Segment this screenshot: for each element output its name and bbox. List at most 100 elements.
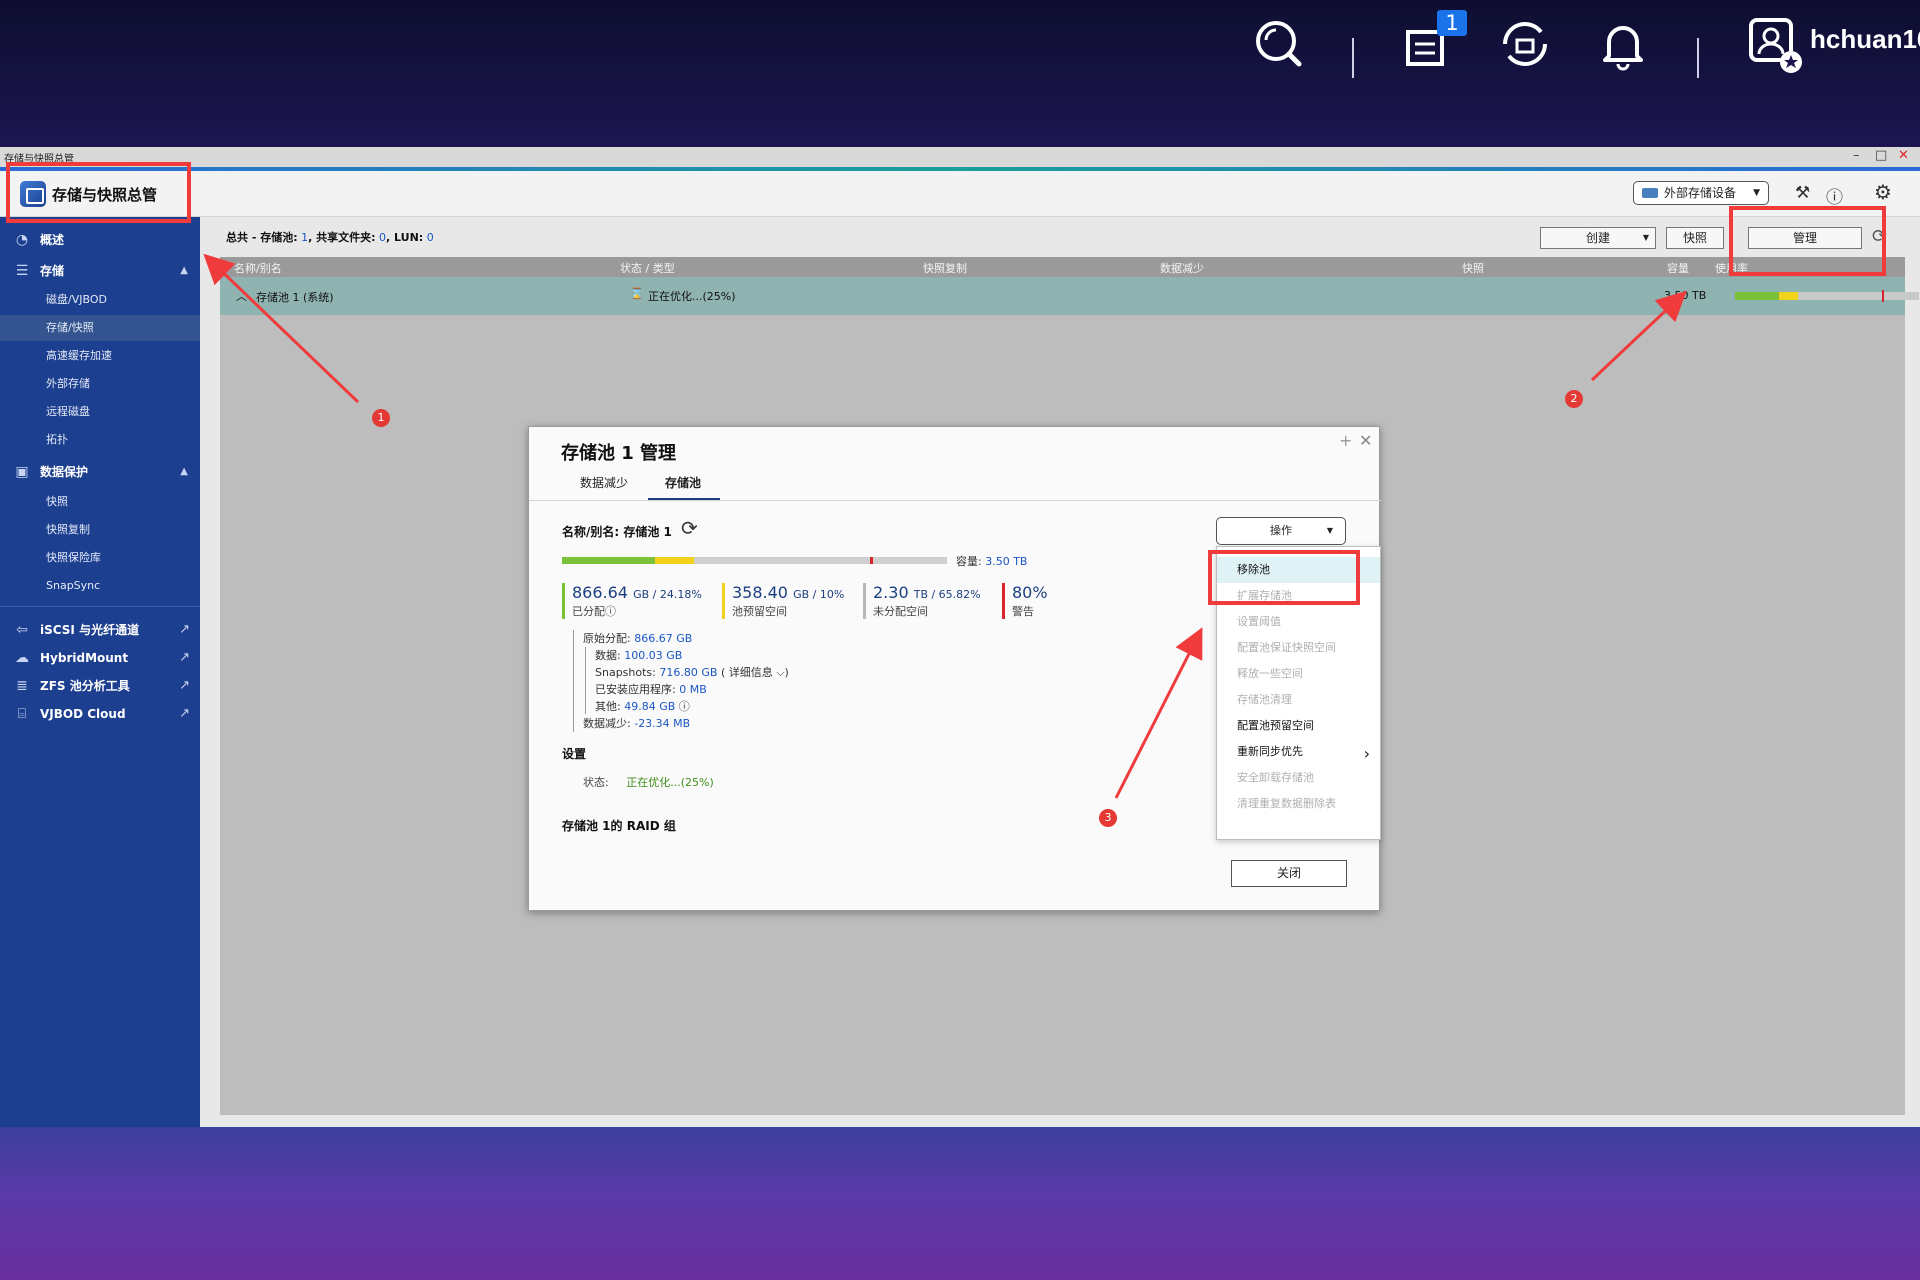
sidebar-subitem-topology[interactable]: 拓扑 (0, 427, 200, 453)
optimizing-icon: ⌛ (630, 287, 644, 300)
create-button[interactable]: 创建 ▼ (1540, 227, 1656, 249)
sidebar-item-storage[interactable]: ☰ 存储 ▲ (0, 258, 200, 284)
sidebar-subitem-disks[interactable]: 磁盘/VJBOD (0, 287, 200, 313)
search-icon[interactable] (1250, 14, 1310, 74)
summary-luns: 0 (426, 231, 434, 244)
detail-value: 100.03 GB (624, 649, 683, 662)
sidebar-item-hybridmount[interactable]: ☁ HybridMount ↗ (0, 645, 200, 671)
help-icon[interactable]: ⓘ (1826, 183, 1843, 208)
database-icon: ☰ (15, 263, 29, 279)
menu-item[interactable]: 清理重复数据删除表 (1217, 791, 1380, 817)
expand-icon[interactable]: + (1339, 431, 1352, 450)
info-icon[interactable]: ⓘ (679, 700, 690, 713)
menu-item[interactable]: 重新同步优先 (1217, 739, 1380, 765)
col-snapshot-replica[interactable]: 快照复制 (923, 260, 967, 276)
maximize-icon[interactable]: □ (1875, 148, 1887, 163)
annotation-box-manage (1729, 206, 1886, 276)
snapshot-details-link[interactable]: ( 详细信息 ⌵) (721, 666, 789, 679)
sidebar-divider (0, 606, 200, 607)
settings-gear-icon[interactable]: ⚙ (1874, 180, 1892, 204)
sidebar-subitem-snapshot-replica[interactable]: 快照复制 (0, 517, 200, 543)
pool-row-name: 存储池 1 (系统) (256, 291, 334, 304)
table-header: 名称/别名 状态 / 类型 快照复制 数据减少 快照 容量 使用率 (220, 257, 1905, 277)
close-window-icon[interactable]: ✕ (1898, 148, 1909, 163)
detail-other: 其他: 49.84 GB ⓘ (573, 698, 873, 715)
stat-label: 警告 (1012, 605, 1034, 618)
top-separator (1352, 38, 1354, 78)
cloud-mount-icon: ☁ (15, 650, 29, 666)
menu-item[interactable]: 存储池清理 (1217, 687, 1380, 713)
tab-data-reduction[interactable]: 数据减少 (580, 474, 628, 491)
summary-shares: 0 (379, 231, 387, 244)
sidebar-item-label: 存储 (40, 264, 65, 278)
col-status[interactable]: 状态 / 类型 (620, 260, 675, 276)
sidebar-subitem-snapshot-vault[interactable]: 快照保险库 (0, 545, 200, 571)
sidebar-item-data-protection[interactable]: ▣ 数据保护 ▲ (0, 459, 200, 485)
external-storage-button[interactable]: 外部存储设备 ▼ (1633, 181, 1769, 205)
detail-label: 已安装应用程序: (595, 683, 676, 696)
sidebar-subitem-snapshot[interactable]: 快照 (0, 489, 200, 515)
sidebar-item-zfs-tool[interactable]: ≣ ZFS 池分析工具 ↗ (0, 673, 200, 699)
stat-value: 358.40 (732, 583, 788, 602)
capacity-allocated-segment (562, 557, 656, 564)
pool-row-capacity: 3.50 TB (1664, 289, 1707, 302)
chevron-down-icon: ▼ (1753, 188, 1760, 198)
usage-reserved (1779, 292, 1798, 300)
summary-lun-label: , LUN: (386, 231, 424, 244)
col-snapshot[interactable]: 快照 (1462, 260, 1484, 276)
sidebar-subitem-external-storage[interactable]: 外部存储 (0, 371, 200, 397)
iscsi-icon: ⇦ (16, 622, 28, 638)
capacity-label: 容量: 3.50 TB (956, 553, 1027, 569)
user-icon[interactable] (1745, 14, 1805, 74)
stat-unallocated: 2.30 TB / 65.82% 未分配空间 (863, 583, 993, 619)
menu-item[interactable]: 配置池预留空间 (1217, 713, 1380, 739)
chevron-up-icon[interactable]: ︿ (236, 288, 247, 304)
sidebar-item-iscsi[interactable]: ⇦ iSCSI 与光纤通道 ↗ (0, 617, 200, 643)
summary-line: 总共 - 存储池: 1, 共享文件夹: 0, LUN: 0 (226, 229, 434, 245)
col-capacity[interactable]: 容量 (1667, 260, 1689, 276)
detail-snapshots: Snapshots: 716.80 GB ( 详细信息 ⌵) (573, 664, 873, 681)
actions-button[interactable]: 操作 ▼ (1216, 517, 1346, 545)
stat-value: 80% (1012, 583, 1048, 602)
sidebar-item-overview[interactable]: ◔ 概述 (0, 227, 200, 253)
stat-color-bar (863, 583, 866, 619)
snapshot-button[interactable]: 快照 (1666, 227, 1724, 249)
allocation-details: 原始分配: 866.67 GB 数据: 100.03 GB Snapshots:… (573, 630, 873, 732)
sidebar-item-label: VJBOD Cloud (40, 707, 126, 721)
col-name[interactable]: 名称/别名 (234, 260, 282, 276)
sidebar-item-vjbod-cloud[interactable]: ⌸ VJBOD Cloud ↗ (0, 701, 200, 727)
status-label: 状态: (583, 776, 609, 789)
sidebar-subitem-remote-disk[interactable]: 远程磁盘 (0, 399, 200, 425)
debug-tool-icon[interactable]: ⚒ (1795, 183, 1810, 203)
stat-allocated: 866.64 GB / 24.18% 已分配ⓘ (562, 583, 702, 619)
bell-icon[interactable] (1593, 14, 1653, 74)
detail-value: 866.67 GB (634, 632, 693, 645)
vjbod-icon: ⌸ (17, 706, 27, 722)
sidebar: ◔ 概述 ☰ 存储 ▲ 磁盘/VJBOD 存储/快照 高速缓存加速 外部存储 远… (0, 217, 200, 1127)
detail-value: 716.80 GB (659, 666, 718, 679)
sidebar-subitem-cache[interactable]: 高速缓存加速 (0, 343, 200, 369)
settings-heading: 设置 (562, 747, 587, 761)
chevron-up-icon: ▲ (180, 265, 188, 276)
table-row[interactable]: ︿ 存储池 1 (系统) ⌛ 正在优化...(25%) 3.50 TB (220, 277, 1919, 315)
username[interactable]: hchuan16 (1810, 24, 1920, 55)
refresh-icon[interactable]: ⟳ (681, 516, 698, 540)
col-data-reduction[interactable]: 数据减少 (1160, 260, 1204, 276)
menu-item[interactable]: 安全卸载存储池 (1217, 765, 1380, 791)
menu-item[interactable]: 释放一些空间 (1217, 661, 1380, 687)
status-value: 正在优化...(25%) (626, 776, 714, 789)
dialog-title: 存储池 1 管理 (561, 443, 677, 464)
tab-storage-pool[interactable]: 存储池 (665, 474, 701, 491)
chevron-down-icon: ▼ (1326, 526, 1333, 535)
sidebar-subitem-snapsync[interactable]: SnapSync (0, 573, 200, 599)
actions-label: 操作 (1270, 524, 1292, 537)
annotation-box-remove-pool (1208, 550, 1360, 605)
minimize-icon[interactable]: – (1853, 148, 1860, 163)
menu-item[interactable]: 设置阈值 (1217, 609, 1380, 635)
sidebar-subitem-storage-snapshots[interactable]: 存储/快照 (0, 315, 200, 341)
menu-item[interactable]: 配置池保证快照空间 (1217, 635, 1380, 661)
close-icon[interactable]: ✕ (1359, 431, 1372, 450)
sync-icon[interactable] (1495, 14, 1555, 74)
capacity-label-text: 容量: (956, 555, 982, 568)
close-button[interactable]: 关闭 (1231, 860, 1347, 887)
